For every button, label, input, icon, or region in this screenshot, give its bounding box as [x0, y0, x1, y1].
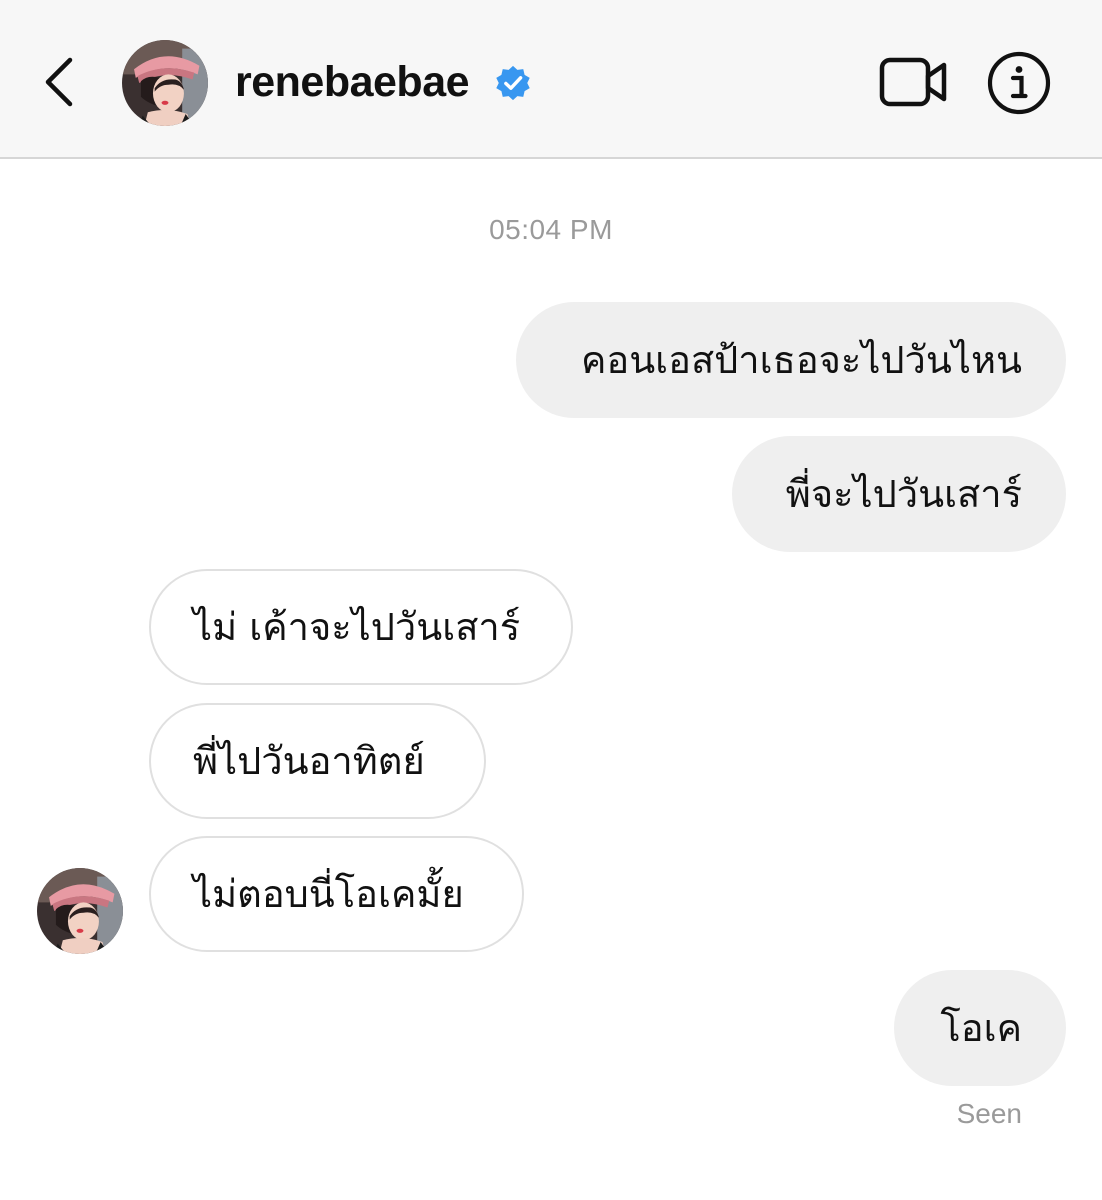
verified-badge-icon	[496, 65, 530, 101]
message-bubble-incoming[interactable]: ไม่ เค้าจะไปวันเสาร์	[149, 569, 573, 685]
message-bubble-outgoing[interactable]: โอเค	[894, 970, 1066, 1086]
video-camera-icon[interactable]	[878, 54, 950, 110]
message-timestamp: 05:04 PM	[489, 214, 613, 245]
contact-avatar[interactable]	[122, 40, 208, 126]
message-bubble-incoming[interactable]: ไม่ตอบนี่โอเคมั้ย	[149, 836, 524, 952]
message-bubble-outgoing[interactable]: คอนเอสป้าเธอจะไปวันไหน	[516, 302, 1066, 418]
chat-header: renebaebae	[0, 0, 1102, 159]
message-bubble-incoming[interactable]: พี่ไปวันอาทิตย์	[149, 703, 486, 819]
message-bubble-outgoing[interactable]: พี่จะไปวันเสาร์	[732, 436, 1066, 552]
sender-avatar[interactable]	[37, 868, 123, 954]
avatar-image	[37, 868, 123, 954]
info-icon[interactable]	[986, 50, 1052, 116]
back-chevron-icon[interactable]	[36, 52, 84, 112]
contact-username[interactable]: renebaebae	[235, 56, 470, 108]
seen-indicator: Seen	[956, 1098, 1022, 1129]
avatar-image	[122, 40, 208, 126]
